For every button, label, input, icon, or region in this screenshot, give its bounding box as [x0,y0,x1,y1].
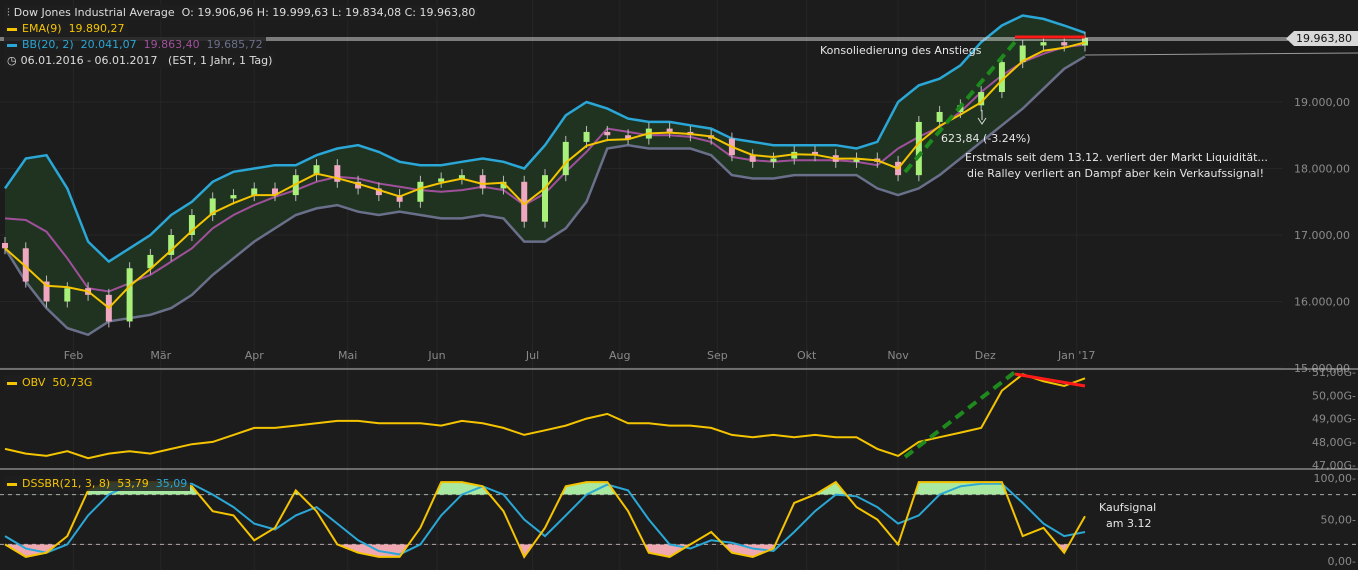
y-tick-label: 18.000,00 [1294,163,1350,176]
x-tick-label: Mär [150,349,171,362]
bb-swatch [7,43,17,47]
dssbr-k-value: 53,79 [117,477,149,490]
ema-value: 19.890,27 [68,22,125,35]
candle [915,121,922,176]
annotation-drop: 623,84 (-3.24%) [941,132,1030,145]
indicator-icon: ⫶ [7,6,10,19]
ema-swatch [7,27,17,31]
annotation-note1: Erstmals seit dem 13.12. verliert der Ma… [965,151,1268,164]
clock-icon: ◷ [7,54,17,67]
legend-obv[interactable]: OBV 50,73G [4,375,96,390]
y-tick-label: 51,00G- [1312,366,1356,379]
ohlc-values: O: 19.906,96 H: 19.999,63 L: 19.834,08 C… [181,6,476,19]
legend-dssbr[interactable]: DSSBR(21, 3, 8) 53,79 35,09 [4,476,191,491]
dssbr-swatch [7,482,17,486]
candle [936,111,943,122]
x-tick-label: Jan '17 [1057,349,1095,362]
candle [583,131,590,142]
obv-label: OBV [22,376,46,389]
instrument-title: Dow Jones Industrial Average [13,6,175,19]
y-tick-label: 50,00G- [1312,389,1356,402]
y-tick-label: 100,00- [1314,472,1356,485]
y-tick-label: 19.000,00 [1294,96,1350,109]
candle [666,128,673,132]
candle [1061,42,1068,46]
dssbr-label: DSSBR(21, 3, 8) [22,477,111,490]
x-tick-label: Dez [975,349,996,362]
annotation-buy1: Kaufsignal [1099,501,1156,514]
y-tick-label: 47,00G- [1312,459,1356,472]
x-tick-label: Okt [797,349,817,362]
candle [479,175,486,189]
x-tick-label: Nov [887,349,909,362]
x-tick-label: Apr [245,349,265,362]
resistance-line-obv [1014,372,1086,388]
x-tick-label: Mai [338,349,357,362]
x-tick-label: Sep [707,349,728,362]
bb-mid-extension [1084,52,1358,56]
y-tick-label: 48,00G- [1312,436,1356,449]
y-tick-label: 0,00- [1328,555,1356,568]
y-tick-label: 17.000,00 [1294,229,1350,242]
candle [562,141,569,176]
annotation-buy2: am 3.12 [1106,517,1151,530]
bb-upper-value: 20.041,07 [80,38,137,51]
price-pane: 19.000,0018.000,0017.000,0016.000,0015.0… [2,14,1350,375]
candle [230,195,237,199]
ema-label: EMA(9) [22,22,62,35]
annotation-note2: die Ralley verliert an Dampf aber kein V… [967,167,1264,180]
candle [2,242,8,249]
obv-value: 50,73G [52,376,93,389]
candle [64,288,71,302]
annotation-consolidation: Konsoliedierung des Anstiegs [820,44,982,57]
legend-ema[interactable]: EMA(9) 19.890,27 [4,21,128,36]
y-tick-label: 16.000,00 [1294,296,1350,309]
obv-pane: 51,00G- 50,00G- 49,00G- 48,00G- 47,00G- [4,366,1356,472]
trend-line-obv [903,370,1017,459]
legend-bb[interactable]: BB(20, 2) 20.041,07 19.863,40 19.685,72 [4,37,266,52]
legend-main: ⫶ Dow Jones Industrial Average O: 19.906,… [4,5,479,20]
obv-swatch [7,381,17,385]
candle [604,131,611,136]
y-tick-label: 49,00G- [1312,413,1356,426]
x-tick-label: Jun [427,349,445,362]
candle [770,158,777,162]
candle [542,175,548,222]
y-tick-label: 50,00- [1321,514,1356,527]
bb-label: BB(20, 2) [22,38,74,51]
bb-lower-value: 19.685,72 [206,38,263,51]
x-tick-label: Jul [525,349,539,362]
candle [1082,37,1088,46]
range-info: (EST, 1 Jahr, 1 Tag) [168,54,273,67]
x-tick-label: Aug [609,349,630,362]
dssbr-pane: 100,00- 50,00- 0,00- [0,472,1358,568]
candle [417,181,424,202]
overbought-fill [5,482,1085,495]
bb-mid-value: 19.863,40 [143,38,200,51]
legend-range: ◷ 06.01.2016 - 06.01.2017 (EST, 1 Jahr, 1… [4,53,276,68]
date-range: 06.01.2016 - 06.01.2017 [20,54,158,67]
candle [438,178,445,182]
last-price-tag: 19.963,80 [1286,31,1358,46]
x-tick-label: Feb [64,349,83,362]
candle [126,268,133,322]
dssbr-d-value: 35,09 [155,477,188,490]
chart-canvas[interactable]: 19.000,0018.000,0017.000,0016.000,0015.0… [0,0,1358,570]
candle [1040,42,1047,46]
